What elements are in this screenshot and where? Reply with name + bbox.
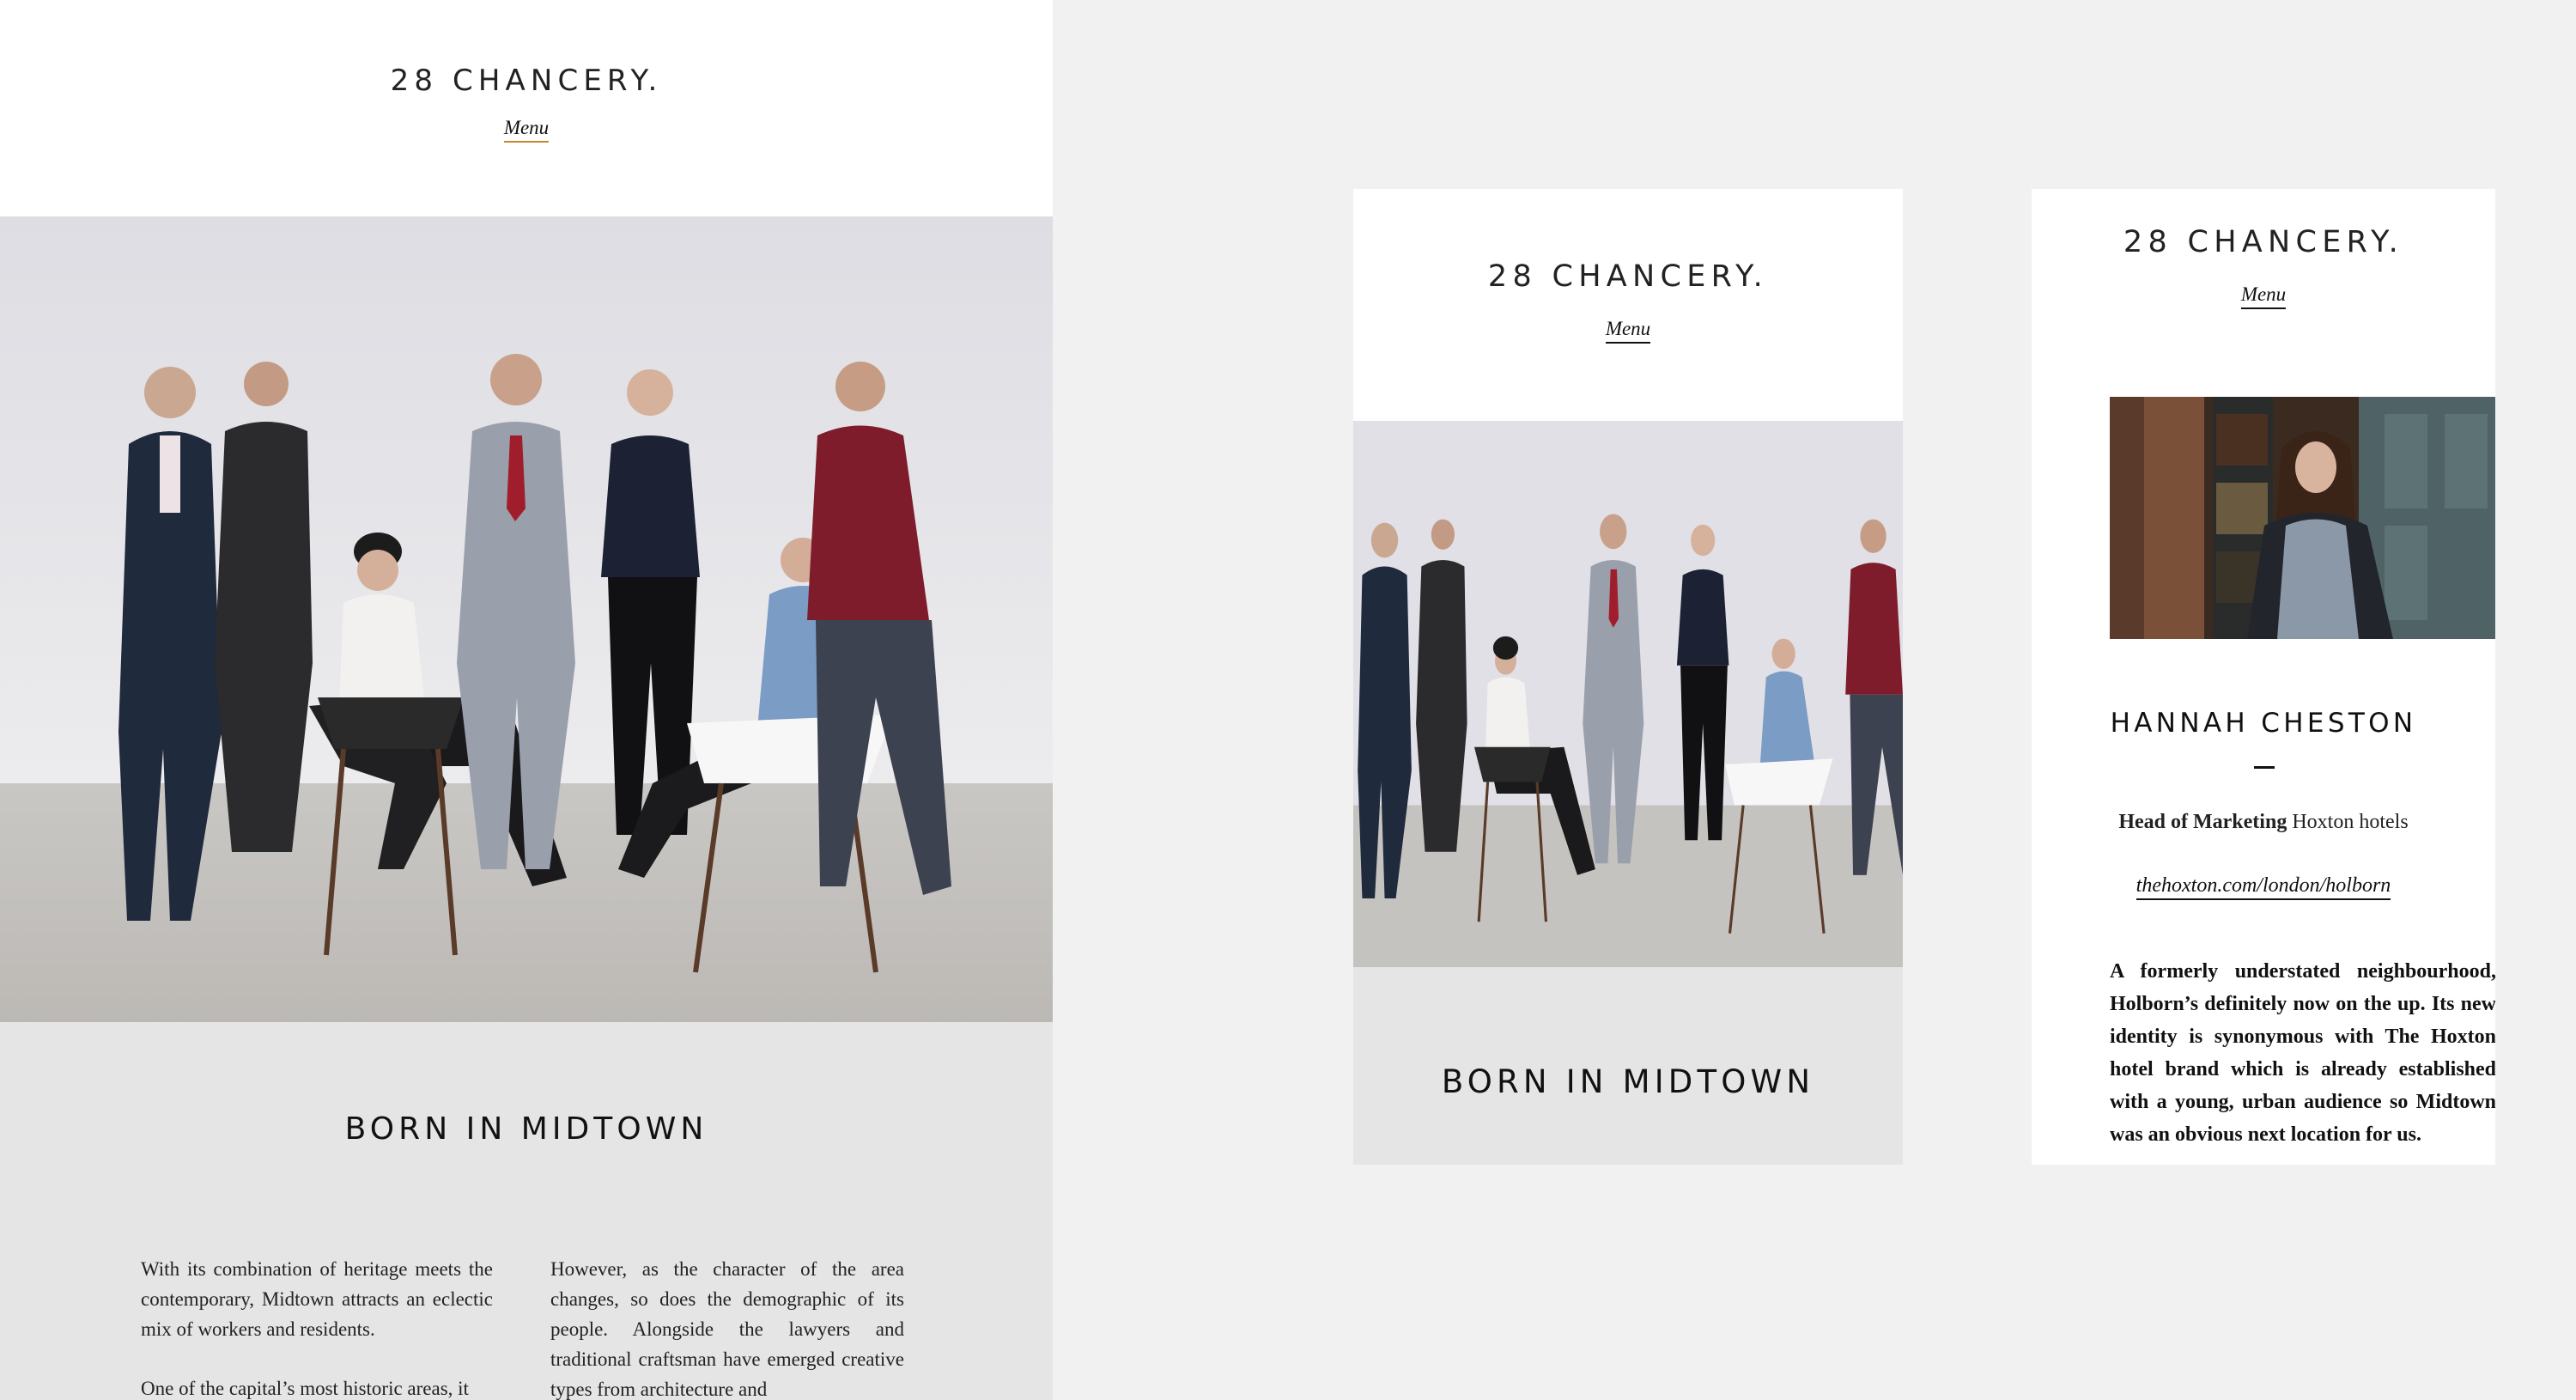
menu-link[interactable]: Menu — [1605, 318, 1651, 344]
menu-link[interactable]: Menu — [2240, 283, 2287, 309]
profile-website-link[interactable]: thehoxton.com/london/holborn — [2136, 874, 2391, 900]
profile-name: HANNAH CHESTON — [2110, 708, 2417, 739]
profile-role: Head of Marketing Hoxton hotels — [2032, 811, 2495, 834]
team-photo — [1353, 421, 1903, 967]
tablet-section-heading: BORN IN MIDTOWN — [1441, 1063, 1815, 1100]
desktop-paragraph: However, as the character of the area ch… — [550, 1258, 904, 1400]
role-company: Hoxton hotels — [2292, 811, 2409, 833]
site-logo[interactable]: 28 CHANCERY. — [2032, 225, 2495, 259]
desktop-body-col-2: However, as the character of the area ch… — [550, 1254, 904, 1400]
desktop-header: 28 CHANCERY. Menu — [0, 0, 1053, 216]
tablet-page: 28 CHANCERY. Menu BORN IN MIDTOWN — [1353, 189, 1903, 1165]
profile-page: 28 CHANCERY. Menu HANNAH CHESTON Head of… — [2032, 189, 2495, 1165]
site-logo[interactable]: 28 CHANCERY. — [0, 64, 1053, 98]
desktop-page: 28 CHANCERY. Menu BORN IN MIDTOWN With i… — [0, 0, 1053, 1400]
profile-photo — [2110, 397, 2495, 639]
site-logo[interactable]: 28 CHANCERY. — [1353, 259, 1903, 294]
tablet-header: 28 CHANCERY. Menu — [1353, 189, 1903, 421]
role-title: Head of Marketing — [2118, 811, 2287, 833]
desktop-paragraph: One of the capital’s most historic areas… — [141, 1378, 469, 1399]
team-photo — [0, 216, 1053, 1022]
desktop-body-col-1: With its combination of heritage meets t… — [141, 1254, 493, 1400]
menu-link[interactable]: Menu — [503, 117, 550, 143]
profile-quote: A formerly understated neighbourhood, Ho… — [2110, 960, 2495, 1146]
desktop-paragraph: With its combination of heritage meets t… — [141, 1258, 493, 1340]
desktop-section-heading: BORN IN MIDTOWN — [344, 1111, 708, 1147]
name-divider — [2254, 766, 2275, 769]
